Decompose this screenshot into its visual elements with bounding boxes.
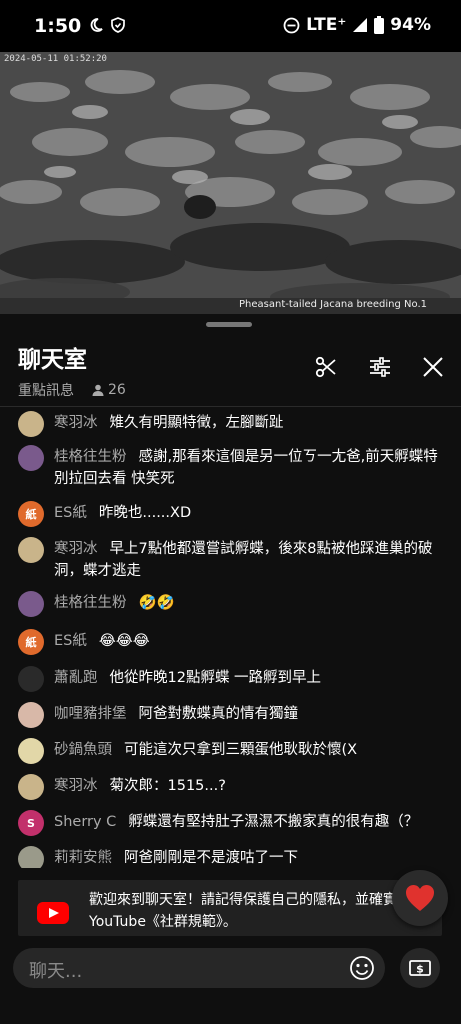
avatar[interactable] bbox=[18, 591, 44, 617]
message-author[interactable]: ES紙 bbox=[54, 505, 87, 521]
message-text: 🤣🤣 bbox=[138, 595, 175, 611]
close-chat-button[interactable] bbox=[418, 352, 448, 382]
message-author[interactable]: ES紙 bbox=[54, 633, 87, 649]
message-text: 昨晚也......XD bbox=[98, 505, 192, 521]
do-not-disturb-moon-icon bbox=[90, 18, 103, 32]
heart-icon bbox=[406, 885, 434, 911]
welcome-banner-text: 歡迎來到聊天室！請記得保護自己的隱私，並確實遵守 YouTube《社群規範》。 bbox=[89, 892, 425, 930]
viewer-count: 26 bbox=[92, 382, 126, 398]
message-author[interactable]: Sherry C bbox=[54, 814, 116, 830]
message-text: 雉久有明顯特徵，左腳斷趾 bbox=[109, 415, 284, 431]
message-text: 阿爸剛剛是不是渡咕了一下 bbox=[124, 850, 298, 866]
message-author[interactable]: 砂鍋魚頭 bbox=[54, 742, 112, 758]
message-author[interactable]: 寒羽冰 bbox=[54, 415, 98, 431]
message-text: 早上7點他都還嘗試孵蝶，後來8點被他踩進巢的破洞，蝶才逃走 bbox=[54, 541, 433, 579]
avatar[interactable] bbox=[18, 738, 44, 764]
chat-message: 咖哩豬排堡 阿爸對敷蝶真的情有獨鐘 bbox=[18, 702, 443, 728]
message-text: 😂😂😂 bbox=[98, 633, 150, 649]
chat-message: 寒羽冰 菊次郎：1515...? bbox=[18, 774, 443, 800]
chat-input-placeholder: 聊天... bbox=[29, 961, 83, 982]
welcome-banner: 歡迎來到聊天室！請記得保護自己的隱私，並確實遵守 YouTube《社群規範》。 bbox=[18, 880, 442, 936]
super-chat-button[interactable]: $ bbox=[400, 948, 440, 988]
chat-title: 聊天室 bbox=[18, 347, 87, 373]
avatar[interactable] bbox=[18, 537, 44, 563]
avatar[interactable] bbox=[18, 702, 44, 728]
shield-icon bbox=[111, 17, 125, 33]
battery-icon bbox=[374, 16, 385, 34]
video-player[interactable]: 2024-05-11 01:52:20 Pheasant-tailed Jaca… bbox=[0, 52, 461, 314]
chat-message: 桂格往生粉 🤣🤣 bbox=[18, 591, 443, 617]
status-time: 1:50 bbox=[34, 15, 82, 37]
chat-message: S Sherry C 孵蝶還有堅持肚子濕濕不搬家真的很有趣（？ bbox=[18, 810, 443, 836]
chat-message: 莉莉安熊 阿爸剛剛是不是渡咕了一下 bbox=[18, 846, 443, 868]
video-caption: Pheasant-tailed Jacana breeding No.1 bbox=[239, 299, 427, 310]
message-text: 孵蝶還有堅持肚子濕濕不搬家真的很有趣（？ bbox=[128, 814, 419, 830]
message-text: 他從昨晚12點孵蝶 一路孵到早上 bbox=[109, 670, 322, 686]
viewer-count-value: 26 bbox=[108, 382, 126, 398]
message-author[interactable]: 咖哩豬排堡 bbox=[54, 706, 127, 722]
chat-message: 紙 ES紙 😂😂😂 bbox=[18, 629, 443, 655]
avatar[interactable]: S bbox=[18, 810, 44, 836]
dollar-sign-icon: $ bbox=[409, 960, 431, 976]
emoji-icon[interactable] bbox=[349, 955, 375, 981]
signal-icon bbox=[353, 18, 368, 32]
avatar[interactable] bbox=[18, 445, 44, 471]
message-author[interactable]: 莉莉安熊 bbox=[54, 850, 112, 866]
message-author[interactable]: 桂格往生粉 bbox=[54, 595, 127, 611]
chat-message: 寒羽冰 早上7點他都還嘗試孵蝶，後來8點被他踩進巢的破洞，蝶才逃走 bbox=[18, 537, 443, 582]
video-timestamp: 2024-05-11 01:52:20 bbox=[4, 54, 107, 64]
chat-message-list[interactable]: 寒羽冰 雉久有明顯特徵，左腳斷趾 桂格往生粉 感謝,那看來這個是另一位ㄎ一尢爸,前天… bbox=[0, 408, 461, 868]
avatar[interactable]: 紙 bbox=[18, 629, 44, 655]
status-system-icons: LTE⁺ 94% bbox=[283, 15, 431, 35]
message-author[interactable]: 寒羽冰 bbox=[54, 541, 98, 557]
live-chat-panel: 聊天室 重點訊息 26 寒羽冰 雉久有明顯特徵，左腳斷趾 桂格往生粉 感謝,那看來這… bbox=[0, 314, 461, 1024]
battery-percent: 94% bbox=[390, 15, 431, 35]
clip-button[interactable] bbox=[311, 352, 341, 382]
chat-input-bar: 聊天... $ bbox=[0, 936, 461, 1024]
chat-input[interactable]: 聊天... bbox=[13, 948, 385, 988]
message-text: 菊次郎：1515...? bbox=[109, 778, 226, 794]
message-author[interactable]: 蕭亂跑 bbox=[54, 670, 98, 686]
message-text: 可能這次只拿到三顆蛋他耿耿於懷(X bbox=[124, 742, 358, 758]
chat-mode-selector[interactable]: 重點訊息 bbox=[18, 380, 74, 400]
avatar[interactable] bbox=[18, 666, 44, 692]
chat-message: 蕭亂跑 他從昨晚12點孵蝶 一路孵到早上 bbox=[18, 666, 443, 692]
tune-sliders-icon bbox=[370, 357, 390, 377]
reaction-heart-button[interactable] bbox=[392, 870, 448, 926]
svg-text:$: $ bbox=[416, 963, 424, 976]
chat-subtitle: 重點訊息 26 bbox=[18, 380, 126, 400]
avatar[interactable] bbox=[18, 846, 44, 868]
chat-message: 紙 ES紙 昨晚也......XD bbox=[18, 501, 443, 527]
drag-handle[interactable] bbox=[206, 322, 252, 327]
avatar[interactable]: 紙 bbox=[18, 501, 44, 527]
chat-message: 砂鍋魚頭 可能這次只拿到三顆蛋他耿耿於懷(X bbox=[18, 738, 443, 764]
message-author[interactable]: 寒羽冰 bbox=[54, 778, 98, 794]
network-type: LTE⁺ bbox=[306, 15, 347, 35]
chat-message: 桂格往生粉 感謝,那看來這個是另一位ㄎ一尢爸,前天孵蝶特別拉回去看 快笑死 bbox=[18, 445, 443, 490]
video-frame bbox=[0, 52, 461, 314]
message-text: 阿爸對敷蝶真的情有獨鐘 bbox=[138, 706, 299, 722]
message-author[interactable]: 桂格往生粉 bbox=[54, 449, 127, 465]
status-bar: 1:50 LTE⁺ 94% bbox=[0, 0, 461, 52]
avatar[interactable] bbox=[18, 411, 44, 437]
youtube-logo-icon bbox=[37, 902, 69, 924]
avatar[interactable] bbox=[18, 774, 44, 800]
chat-message: 寒羽冰 雉久有明顯特徵，左腳斷趾 bbox=[18, 411, 443, 437]
status-notification-icons bbox=[88, 17, 126, 33]
header-divider bbox=[0, 406, 461, 407]
person-icon bbox=[92, 384, 104, 396]
close-icon bbox=[423, 357, 443, 377]
dnd-minus-icon bbox=[283, 17, 300, 33]
scissors-icon bbox=[315, 356, 336, 378]
chat-settings-button[interactable] bbox=[365, 352, 395, 382]
